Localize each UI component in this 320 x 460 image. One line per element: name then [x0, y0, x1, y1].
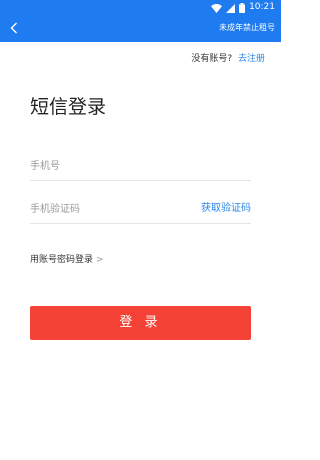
phone-input[interactable] — [30, 155, 180, 179]
password-login-label: 用账号密码登录 — [30, 255, 94, 265]
login-button[interactable]: 登 录 — [30, 306, 251, 340]
register-link[interactable]: 去注册 — [238, 54, 265, 64]
back-chevron-icon — [10, 19, 18, 38]
status-time: 10:21 — [249, 2, 275, 12]
chevron-right-icon: > — [96, 255, 104, 265]
register-prompt: 没有账号? 去注册 — [191, 53, 265, 65]
password-login-link[interactable]: 用账号密码登录 > — [30, 254, 104, 266]
no-account-text: 没有账号? — [191, 54, 233, 64]
page-title: 短信登录 — [30, 96, 107, 118]
app-bar: 未成年禁止租号 — [0, 14, 281, 42]
minor-restriction-notice: 未成年禁止租号 — [219, 23, 275, 32]
get-code-button[interactable]: 获取验证码 — [201, 197, 251, 221]
verification-code-input[interactable] — [30, 198, 180, 222]
verification-code-field: 获取验证码 — [30, 197, 251, 224]
status-icons: 10:21 — [211, 1, 275, 13]
back-button[interactable] — [5, 18, 23, 38]
status-bar: 10:21 — [0, 0, 281, 14]
phone-field — [30, 154, 251, 181]
